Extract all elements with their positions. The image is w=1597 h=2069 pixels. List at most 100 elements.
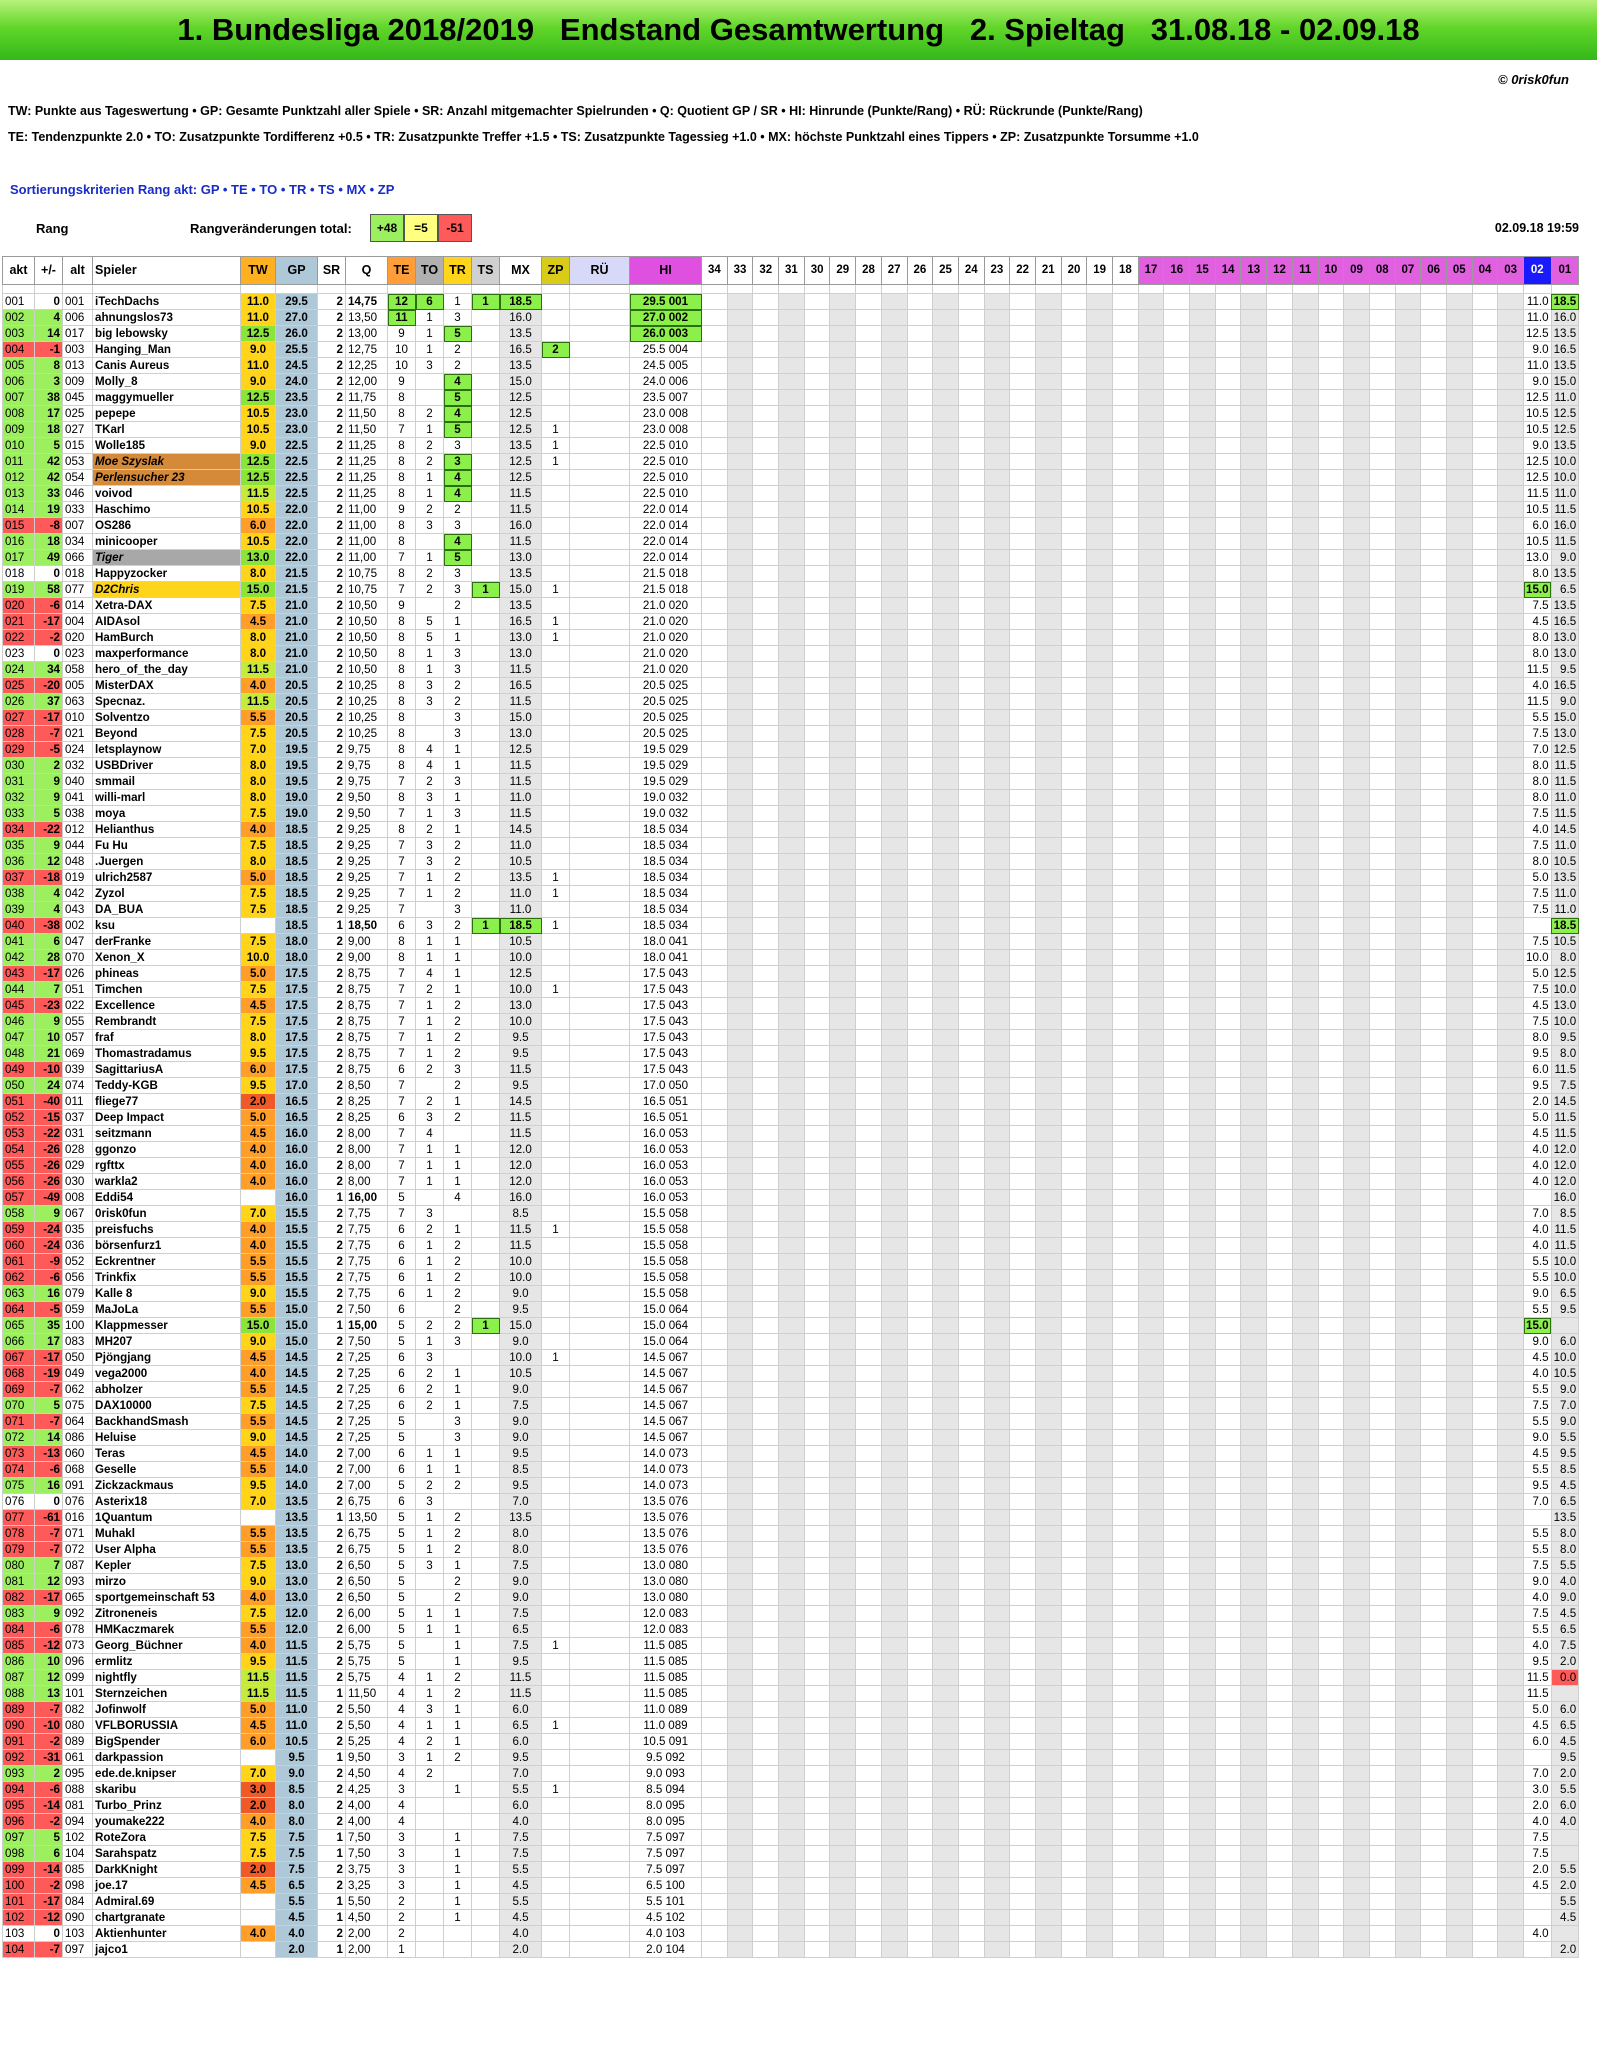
round-cell-09 bbox=[1343, 1125, 1370, 1142]
goal-diff-points: 1 bbox=[415, 1269, 444, 1286]
round-cell-21 bbox=[1034, 405, 1062, 422]
quotient: 8,25 bbox=[345, 1093, 388, 1110]
round-cell-22 bbox=[1009, 1237, 1036, 1254]
round-cell-32 bbox=[752, 1189, 780, 1206]
round-cell-28 bbox=[855, 709, 882, 726]
round-cell-24 bbox=[957, 1365, 985, 1382]
round-cell-02: 15.0 bbox=[1523, 1317, 1552, 1334]
goal-diff-points: 1 bbox=[415, 805, 444, 822]
player-name: HMKaczmarek bbox=[92, 1621, 241, 1638]
round-cell-18 bbox=[1112, 581, 1139, 598]
tendency-points: 7 bbox=[387, 549, 416, 566]
round-cell-02: 7.5 bbox=[1523, 1013, 1552, 1030]
round-cell-30 bbox=[803, 1093, 831, 1110]
round-cell-30 bbox=[803, 1445, 831, 1462]
tendency-points: 8 bbox=[387, 789, 416, 806]
round-cell-04 bbox=[1471, 693, 1499, 710]
round-cell-09 bbox=[1343, 1381, 1370, 1398]
round-cell-07 bbox=[1394, 1461, 1422, 1478]
day-win-points bbox=[471, 1285, 500, 1302]
table-row: 002 4 006 ahnungslos73 11.0 27.0 2 13,50 11 1 3 16.… bbox=[2, 309, 1580, 326]
player-name: fraf bbox=[92, 1029, 241, 1046]
round-cell-14 bbox=[1214, 821, 1242, 838]
day-points: 7.5 bbox=[240, 885, 276, 902]
round-cell-14 bbox=[1214, 1253, 1242, 1270]
round-cell-06 bbox=[1420, 1813, 1447, 1830]
rueckrunde bbox=[569, 293, 630, 310]
round-cell-26 bbox=[906, 1093, 934, 1110]
round-cell-27 bbox=[880, 853, 908, 870]
round-cell-32 bbox=[752, 389, 780, 406]
round-cell-17 bbox=[1137, 1653, 1165, 1670]
goal-diff-points: 2 bbox=[415, 981, 444, 998]
round-cell-05 bbox=[1445, 949, 1473, 966]
round-cell-28 bbox=[855, 853, 882, 870]
round-cell-34 bbox=[701, 997, 728, 1014]
day-win-points bbox=[471, 1045, 500, 1062]
round-cell-03 bbox=[1497, 1813, 1524, 1830]
round-cell-02: 8.0 bbox=[1523, 565, 1552, 582]
round-cell-25 bbox=[932, 1333, 959, 1350]
max-points: 16.5 bbox=[499, 341, 542, 358]
table-row: 048 21 069 Thomastradamus 9.5 17.5 2 8,75 7 1 2 9.5… bbox=[2, 1045, 1580, 1062]
round-cell-15 bbox=[1189, 1765, 1216, 1782]
round-cell-07 bbox=[1394, 1253, 1422, 1270]
round-cell-30 bbox=[803, 853, 831, 870]
round-cell-04 bbox=[1471, 325, 1499, 342]
hinrunde: 15.5 058 bbox=[629, 1269, 702, 1286]
round-cell-18 bbox=[1112, 1333, 1139, 1350]
goal-diff-points bbox=[415, 1637, 444, 1654]
round-cell-09 bbox=[1343, 693, 1370, 710]
round-cell-21 bbox=[1034, 1589, 1062, 1606]
day-points: 7.5 bbox=[240, 837, 276, 854]
rank-change: 14 bbox=[34, 1429, 63, 1446]
round-cell-26 bbox=[906, 421, 934, 438]
round-cell-07 bbox=[1394, 581, 1422, 598]
round-cell-30 bbox=[803, 1797, 831, 1814]
tendency-points: 7 bbox=[387, 869, 416, 886]
round-cell-34 bbox=[701, 1733, 728, 1750]
round-cell-15 bbox=[1189, 1589, 1216, 1606]
total-points: 21.0 bbox=[275, 661, 318, 678]
round-cell-27 bbox=[880, 1413, 908, 1430]
round-cell-18 bbox=[1112, 1429, 1139, 1446]
tendency-points: 9 bbox=[387, 325, 416, 342]
table-row: 061 -9 052 Eckrentner 5.5 15.5 2 7,75 6 1 2 10.0 15.… bbox=[2, 1253, 1580, 1270]
round-cell-11 bbox=[1291, 485, 1319, 502]
round-cell-15 bbox=[1189, 1621, 1216, 1638]
round-cell-29 bbox=[829, 1317, 857, 1334]
round-cell-10 bbox=[1317, 1365, 1345, 1382]
round-cell-06 bbox=[1420, 1765, 1447, 1782]
round-cell-33 bbox=[726, 1061, 754, 1078]
round-cell-31 bbox=[778, 933, 805, 950]
round-cell-04 bbox=[1471, 661, 1499, 678]
round-cell-15 bbox=[1189, 1557, 1216, 1574]
round-cell-29 bbox=[829, 645, 857, 662]
round-cell-28 bbox=[855, 1141, 882, 1158]
rueckrunde bbox=[569, 1829, 630, 1846]
round-cell-13 bbox=[1240, 1573, 1268, 1590]
goal-sum-points bbox=[541, 821, 570, 838]
round-cell-21 bbox=[1034, 709, 1062, 726]
round-cell-07 bbox=[1394, 933, 1422, 950]
round-cell-06 bbox=[1420, 1589, 1447, 1606]
round-cell-01: 11.5 bbox=[1550, 1061, 1580, 1078]
round-cell-34 bbox=[701, 1269, 728, 1286]
round-cell-09 bbox=[1343, 645, 1370, 662]
rank-change: -22 bbox=[34, 1125, 63, 1142]
round-cell-21 bbox=[1034, 1205, 1062, 1222]
player-name: Jofinwolf bbox=[92, 1701, 241, 1718]
rank-current: 076 bbox=[2, 1493, 35, 1510]
day-win-points bbox=[471, 1701, 500, 1718]
round-cell-16 bbox=[1163, 1621, 1191, 1638]
round-cell-28 bbox=[855, 725, 882, 742]
table-row: 093 2 095 ede.de.knipser 7.0 9.0 2 4,50 4 2 7.0 9.0… bbox=[2, 1765, 1580, 1782]
rueckrunde bbox=[569, 1301, 630, 1318]
round-cell-12 bbox=[1266, 773, 1293, 790]
round-cell-34 bbox=[701, 405, 728, 422]
day-points: 4.0 bbox=[240, 677, 276, 694]
round-cell-22 bbox=[1009, 1285, 1036, 1302]
round-cell-09 bbox=[1343, 1349, 1370, 1366]
round-cell-30 bbox=[803, 469, 831, 486]
round-cell-09 bbox=[1343, 1189, 1370, 1206]
